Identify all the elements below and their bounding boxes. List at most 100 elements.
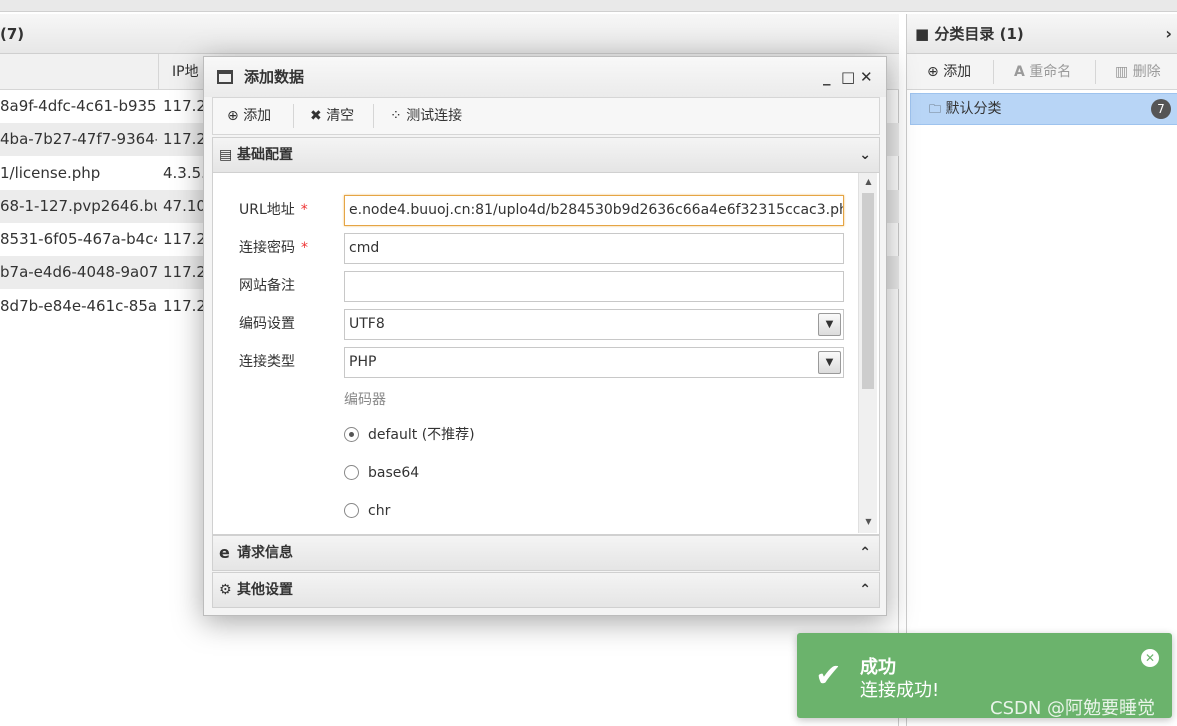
- cell-url: 8d7b-e84e-461c-85ac-: [0, 297, 157, 315]
- password-input[interactable]: cmd: [344, 233, 844, 264]
- scroll-up-icon[interactable]: ▲: [859, 177, 878, 186]
- gears-icon: ⚙: [219, 582, 232, 598]
- cell-ip: 4.3.5.: [163, 164, 203, 182]
- encoding-select[interactable]: UTF8 ▼: [344, 309, 844, 340]
- top-strip: [0, 0, 1177, 12]
- cell-ip: 47.10: [163, 197, 203, 215]
- trash-icon: ▥: [1115, 64, 1129, 80]
- dialog-add-button[interactable]: ⊕ 添加: [227, 98, 271, 134]
- folder-open-icon: 🗀: [929, 102, 942, 116]
- form-scrollbar[interactable]: ▲ ▼: [858, 173, 877, 533]
- scrollbar-thumb[interactable]: [862, 193, 874, 389]
- chevron-right-icon[interactable]: ›: [1165, 14, 1172, 54]
- dialog-titlebar[interactable]: 添加数据 _ □ ✕: [204, 57, 886, 97]
- cell-ip: 117.2: [163, 230, 203, 248]
- cell-ip: 117.2: [163, 130, 203, 148]
- divider: [373, 104, 374, 128]
- required-mark: *: [301, 240, 308, 256]
- password-label-text: 连接密码: [239, 240, 295, 256]
- type-label: 连接类型: [239, 354, 295, 370]
- password-label: 连接密码 *: [239, 233, 308, 263]
- plus-circle-icon: ⊕: [927, 64, 939, 80]
- chevron-up-icon: ⌃: [859, 545, 871, 561]
- cell-url: 8531-6f05-467a-b4c4-: [0, 230, 157, 248]
- clear-label: 清空: [326, 108, 355, 124]
- type-value: PHP: [349, 354, 377, 370]
- clear-button[interactable]: ✖ 清空: [310, 98, 354, 134]
- ie-icon: e: [219, 543, 230, 562]
- radio-selected-icon[interactable]: [344, 427, 359, 442]
- dialog-toolbar: ⊕ 添加 ✖ 清空 ⁘ 测试连接: [212, 97, 880, 135]
- plus-circle-icon: ⊕: [227, 108, 239, 124]
- x-icon: ✖: [310, 108, 322, 124]
- chevron-down-icon: ⌄: [859, 147, 871, 163]
- radio-icon[interactable]: [344, 503, 359, 518]
- cell-url: b7a-e4d6-4048-9a07-1: [0, 263, 157, 281]
- section-basic-config[interactable]: ▤ 基础配置 ⌄: [212, 137, 880, 173]
- dialog-title: 添加数据: [244, 68, 305, 86]
- dialog-add-label: 添加: [243, 108, 272, 124]
- radio-icon[interactable]: [344, 465, 359, 480]
- encoder-option-chr[interactable]: chr: [344, 499, 390, 523]
- encoding-label: 编码设置: [239, 316, 295, 332]
- section-other-title: 其他设置: [237, 582, 293, 598]
- maximize-icon[interactable]: □: [841, 57, 855, 97]
- watermark: CSDN @阿勉要睡觉: [990, 698, 1156, 719]
- document-icon: ▤: [219, 147, 233, 163]
- test-connection-button[interactable]: ⁘ 测试连接: [390, 98, 462, 134]
- category-panel-title: 分类目录 (1): [934, 25, 1024, 43]
- url-input[interactable]: e.node4.buuoj.cn:81/uplo4d/b284530b9d263…: [344, 195, 844, 226]
- test-connection-label: 测试连接: [406, 108, 463, 124]
- check-icon: ✔: [815, 656, 842, 694]
- window-icon: [217, 70, 233, 84]
- category-delete-button[interactable]: ▥ 删除: [1115, 54, 1161, 90]
- type-select[interactable]: PHP ▼: [344, 347, 844, 378]
- required-mark: *: [300, 202, 308, 218]
- divider: [1095, 60, 1096, 84]
- close-icon[interactable]: ✕: [1141, 649, 1159, 667]
- url-label-text: URL地址: [239, 202, 295, 218]
- section-basic-title: 基础配置: [237, 147, 293, 163]
- encoder-label: 编码器: [344, 392, 386, 408]
- section-other-settings[interactable]: ⚙ 其他设置 ⌃: [212, 572, 880, 608]
- encoder-option-default[interactable]: default (不推荐): [344, 423, 475, 447]
- note-label: 网站备注: [239, 278, 295, 294]
- encoder-option-base64[interactable]: base64: [344, 461, 419, 485]
- cell-ip: 117.2: [163, 263, 203, 281]
- category-item-default[interactable]: 🗀 默认分类 7: [910, 93, 1177, 125]
- list-panel-title: (7): [0, 14, 899, 54]
- section-request-info[interactable]: e 请求信息 ⌃: [212, 535, 880, 571]
- font-icon: A: [1014, 64, 1025, 80]
- count-badge: 7: [1151, 99, 1171, 119]
- basic-config-form: URL地址 * e.node4.buuoj.cn:81/uplo4d/b28453…: [212, 173, 880, 535]
- category-delete-label: 删除: [1132, 64, 1161, 80]
- category-rename-label: 重命名: [1029, 64, 1072, 80]
- encoder-option-label: default (不推荐): [368, 427, 475, 443]
- encoding-value: UTF8: [349, 316, 385, 332]
- spinner-icon: ⁘: [390, 108, 402, 124]
- category-rename-button[interactable]: A 重命名: [1014, 54, 1071, 90]
- cell-ip: 117.2: [163, 97, 203, 115]
- cell-ip: 117.2: [163, 297, 203, 315]
- category-panel: ■ 分类目录 (1) › ⊕ 添加 A 重命名 ▥ 删除 🗀 默认分类 7: [906, 14, 1177, 726]
- cell-url: 68-1-127.pvp2646.bu: [0, 197, 157, 215]
- toast-message: 连接成功!: [860, 680, 940, 701]
- url-label: URL地址 *: [239, 195, 308, 225]
- encoder-option-label: chr: [368, 503, 391, 519]
- close-icon[interactable]: ✕: [860, 57, 873, 97]
- divider: [993, 60, 994, 84]
- chevron-down-icon[interactable]: ▼: [818, 313, 841, 336]
- scroll-down-icon[interactable]: ▼: [859, 517, 878, 526]
- cell-url: 4ba-7b27-47f7-9364-9: [0, 130, 157, 148]
- note-input[interactable]: [344, 271, 844, 302]
- minimize-icon[interactable]: _: [823, 57, 831, 97]
- chevron-down-icon[interactable]: ▼: [818, 351, 841, 374]
- add-data-dialog: 添加数据 _ □ ✕ ⊕ 添加 ✖ 清空 ⁘ 测试连接 ▤ 基础配置 ⌄ URL…: [203, 56, 887, 616]
- cell-url: 8a9f-4dfc-4c61-b935-f: [0, 97, 157, 115]
- category-item-label: 默认分类: [945, 101, 1002, 117]
- category-toolbar: ⊕ 添加 A 重命名 ▥ 删除: [907, 54, 1177, 90]
- chevron-up-icon: ⌃: [859, 582, 871, 598]
- folder-icon: ■: [915, 25, 930, 43]
- category-add-button[interactable]: ⊕ 添加: [927, 54, 971, 90]
- category-panel-header: ■ 分类目录 (1) ›: [907, 14, 1177, 54]
